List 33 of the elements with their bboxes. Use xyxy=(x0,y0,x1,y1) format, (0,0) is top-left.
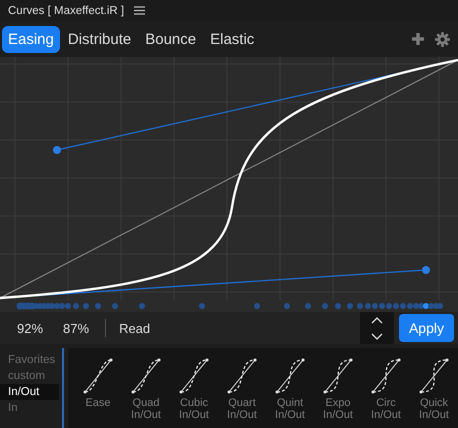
menu-icon[interactable] xyxy=(134,6,146,15)
window-title: Curves [ Maxeffect.iR ] xyxy=(8,4,124,16)
down-caret-icon[interactable] xyxy=(370,332,383,340)
tab[interactable]: Bounce xyxy=(139,26,202,52)
ease-curve-icon[interactable] xyxy=(323,358,353,394)
preset-label: Expo In/Out xyxy=(322,397,354,422)
preset-label: Quad In/Out xyxy=(130,397,162,422)
ease-curve-icon[interactable] xyxy=(179,358,209,394)
ease-curve-icon[interactable] xyxy=(227,358,257,394)
add-icon[interactable] xyxy=(411,32,425,46)
ease-curve-icon[interactable] xyxy=(83,358,113,394)
stepper-control[interactable] xyxy=(360,312,394,344)
readout-value: 87% xyxy=(63,320,90,336)
preset-label: Ease xyxy=(84,397,112,410)
apply-button[interactable]: Apply xyxy=(398,314,454,342)
preset-label: Quart In/Out xyxy=(226,397,258,422)
ease-curve-icon[interactable] xyxy=(371,358,401,394)
readout-value: 92% xyxy=(17,320,44,336)
tab[interactable]: Elastic xyxy=(204,26,260,52)
category-item[interactable]: In/Out xyxy=(0,384,59,400)
tab[interactable]: Distribute xyxy=(62,26,138,52)
preset-label: Circ In/Out xyxy=(370,397,402,422)
ease-curve-icon[interactable] xyxy=(275,358,305,394)
tab[interactable]: Easing xyxy=(2,26,60,52)
read-button[interactable]: Read xyxy=(119,320,150,336)
preset-label: Quint In/Out xyxy=(274,397,306,422)
settings-icon[interactable] xyxy=(435,32,450,46)
ease-curve-icon[interactable] xyxy=(131,358,161,394)
ease-curve-icon[interactable] xyxy=(419,358,449,394)
up-caret-icon[interactable] xyxy=(370,316,383,324)
preset-label: Cubic In/Out xyxy=(178,397,210,422)
preset-label: Quick In/Out xyxy=(418,397,450,422)
curve-graph[interactable] xyxy=(0,57,458,300)
